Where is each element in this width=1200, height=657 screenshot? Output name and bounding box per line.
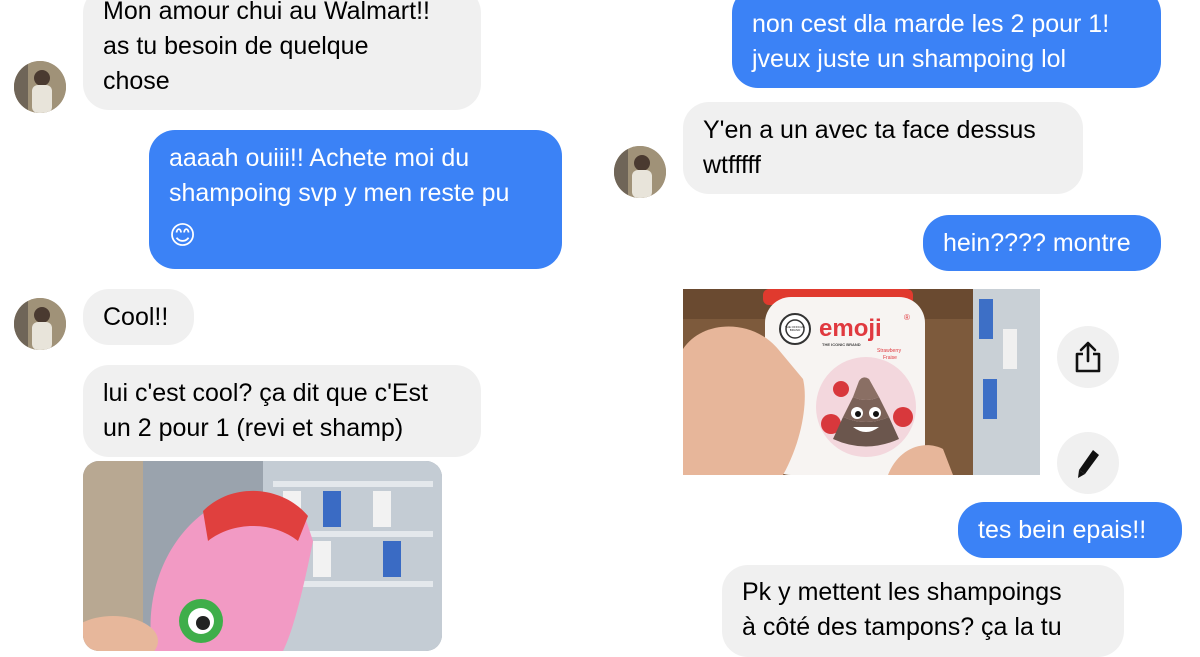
message-text: tes bein epais!! [978,516,1147,544]
message-text: non cest dla marde les 2 pour 1! [752,10,1110,38]
message-text: as tu besoin de quelque [103,32,369,60]
message-text: Mon amour chui au Walmart!! [103,0,430,25]
brand-trademark: ® [904,313,910,322]
message-text: chose [103,67,170,95]
share-button[interactable] [1057,326,1119,388]
message-bubble[interactable]: non cest dla marde les 2 pour 1! jveux j… [732,0,1161,88]
official-brand-seal: THE OFFICIAL BRAND [784,325,806,332]
smiling-face-emoji: 😊 [169,220,197,250]
message-bubble[interactable]: Cool!! [83,289,194,345]
message-text: jveux juste un shampoing lol [752,45,1067,73]
message-bubble[interactable]: aaaah ouiii!! Achete moi du shampoing sv… [149,130,562,269]
message-text: aaaah ouiii!! Achete moi du [169,144,470,172]
message-text: Y'en a un avec ta face dessus [703,116,1036,144]
message-text: à côté des tampons? ça la tu [742,613,1062,641]
message-bubble[interactable]: Mon amour chui au Walmart!! as tu besoin… [83,0,481,110]
message-bubble[interactable]: lui c'est cool? ça dit que c'Est un 2 po… [83,365,481,457]
message-bubble[interactable]: Y'en a un avec ta face dessus wtfffff [683,102,1083,194]
message-text: lui c'est cool? ça dit que c'Est [103,379,428,407]
contact-avatar[interactable] [14,61,66,113]
flavor-label: Strawberry [877,348,902,354]
shampoo-bottle-photo[interactable] [83,461,442,651]
conversation-left: Mon amour chui au Walmart!! as tu besoin… [0,0,600,651]
message-bubble[interactable]: hein???? montre [923,215,1161,271]
message-text: Cool!! [103,303,169,331]
message-bubble[interactable]: Pk y mettent les shampoings à côté des t… [722,565,1124,657]
message-bubble[interactable]: tes bein epais!! [958,502,1182,558]
edit-button[interactable] [1057,432,1119,494]
pencil-icon [1078,450,1099,478]
flavor-label-fr: Fraise [883,355,897,361]
message-text: un 2 pour 1 (revi et shamp) [103,414,404,442]
message-text: wtfffff [703,151,761,179]
conversation-right: non cest dla marde les 2 pour 1! jveux j… [600,0,1200,657]
message-text: shampoing svp y men reste pu [169,179,510,207]
brand-tagline: THE ICONIC BRAND [822,342,861,347]
message-text: Pk y mettent les shampoings [742,578,1062,606]
brand-name: emoji [819,315,882,342]
share-icon [1075,341,1101,373]
message-text: hein???? montre [943,229,1131,257]
contact-avatar[interactable] [14,298,66,350]
emoji-shampoo-photo[interactable]: emoji ® THE ICONIC BRAND Strawberry Frai… [683,289,1040,475]
contact-avatar[interactable] [614,146,666,198]
